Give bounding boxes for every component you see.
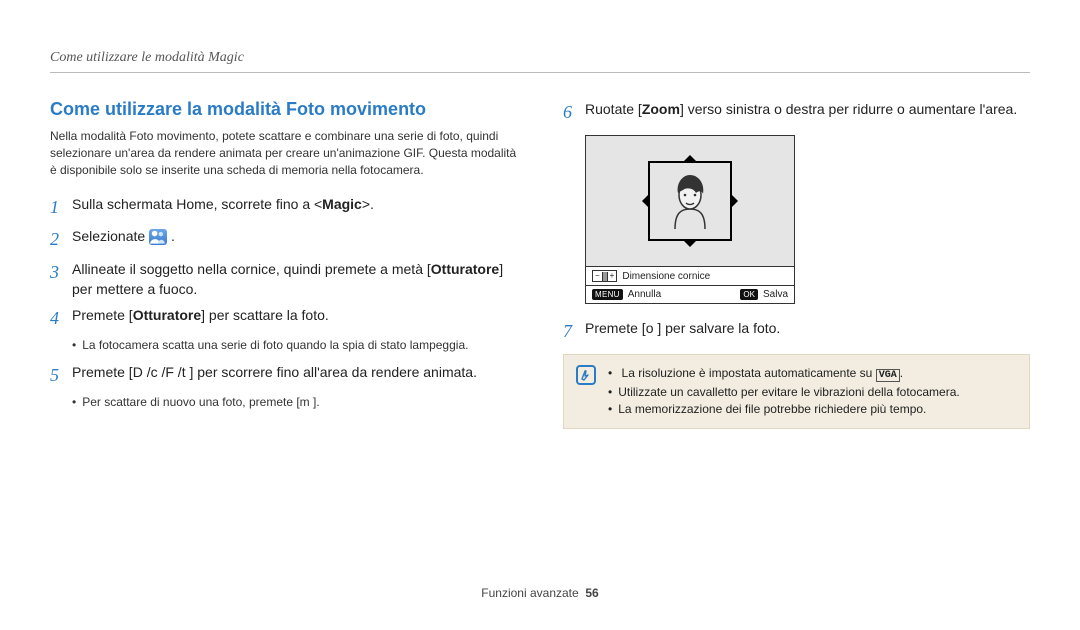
step-bold: Zoom [642,101,680,117]
step-bold: Otturatore [431,261,499,277]
step-number: 5 [50,362,72,388]
step-bold: Magic [322,196,362,212]
step-text: Premete [o ] per salvare la foto. [585,318,1030,338]
step-text: Sulla schermata Home, scorrete fino a < [72,196,322,212]
camera-action-row: MENU Annulla Salva [586,285,794,303]
step-number: 7 [563,318,585,344]
camera-image-area [586,136,794,266]
step-text: . [171,228,175,244]
portrait-placeholder-icon [660,171,720,231]
step-2: 2 Selezionate . [50,226,517,252]
ok-badge [740,289,758,300]
note-text: . [900,366,903,380]
step-text: Premete [ [72,307,133,323]
step-text: ] verso sinistra o destra per ridurre o … [680,101,1017,117]
arrow-up-icon [682,147,698,163]
step-4-bullet: La fotocamera scatta una serie di foto q… [72,337,517,354]
save-label: Salva [763,289,788,300]
step-text: >. [362,196,374,212]
step-3: 3 Allineate il soggetto nella cornice, q… [50,259,517,300]
note-text: La risoluzione è impostata automaticamen… [622,366,876,380]
cancel-label: Annulla [628,289,661,300]
content-columns: Come utilizzare la modalità Foto movimen… [50,99,1030,570]
breadcrumb: Come utilizzare le modalità Magic [50,50,1030,73]
menu-badge: MENU [592,289,623,300]
step-text: Allineate il soggetto nella cornice, qui… [72,261,431,277]
info-icon [576,365,596,385]
arrow-left-icon [634,193,650,209]
bullet-item: Per scattare di nuovo una foto, premete … [72,394,517,411]
note-item: Utilizzate un cavalletto per evitare le … [608,384,960,401]
section-intro: Nella modalità Foto movimento, potete sc… [50,128,517,178]
step-1: 1 Sulla schermata Home, scorrete fino a … [50,194,517,220]
col-right: 6 Ruotate [Zoom] verso sinistra o destra… [563,99,1030,570]
step-number: 4 [50,305,72,331]
focus-frame [648,161,732,241]
vga-badge: VGA [876,369,900,382]
bullet-item: La fotocamera scatta una serie di foto q… [72,337,517,354]
step-number: 3 [50,259,72,285]
step-text: Premete [D /c /F /t ] per scorrere fino … [72,362,517,382]
section-title: Come utilizzare la modalità Foto movimen… [50,99,517,120]
footer-label: Funzioni avanzate [481,586,578,600]
step-text: Selezionate [72,228,145,244]
step-7: 7 Premete [o ] per salvare la foto. [563,318,1030,344]
step-text: ] per scattare la foto. [201,307,329,323]
step-5: 5 Premete [D /c /F /t ] per scorrere fin… [50,362,517,388]
step-6: 6 Ruotate [Zoom] verso sinistra o destra… [563,99,1030,125]
zoom-indicator-icon: −+ [592,270,617,282]
page-footer: Funzioni avanzate 56 [50,570,1030,600]
camera-preview: −+ Dimensione cornice MENU Annulla Salva [585,135,795,304]
page-number: 56 [585,586,598,600]
step-bold: Otturatore [133,307,201,323]
note-item: La memorizzazione dei file potrebbe rich… [608,401,960,418]
step-number: 6 [563,99,585,125]
arrow-right-icon [730,193,746,209]
step-4: 4 Premete [Otturatore] per scattare la f… [50,305,517,331]
info-note: La risoluzione è impostata automaticamen… [563,354,1030,429]
step-5-bullet: Per scattare di nuovo una foto, premete … [72,394,517,411]
col-left: Come utilizzare la modalità Foto movimen… [50,99,517,570]
arrow-down-icon [682,239,698,255]
step-number: 1 [50,194,72,220]
note-item: La risoluzione è impostata automaticamen… [608,365,960,384]
mode-icon [149,229,167,245]
step-number: 2 [50,226,72,252]
step-text: Ruotate [ [585,101,642,117]
camera-zoom-row: −+ Dimensione cornice [586,266,794,285]
zoom-label: Dimensione cornice [622,271,710,282]
